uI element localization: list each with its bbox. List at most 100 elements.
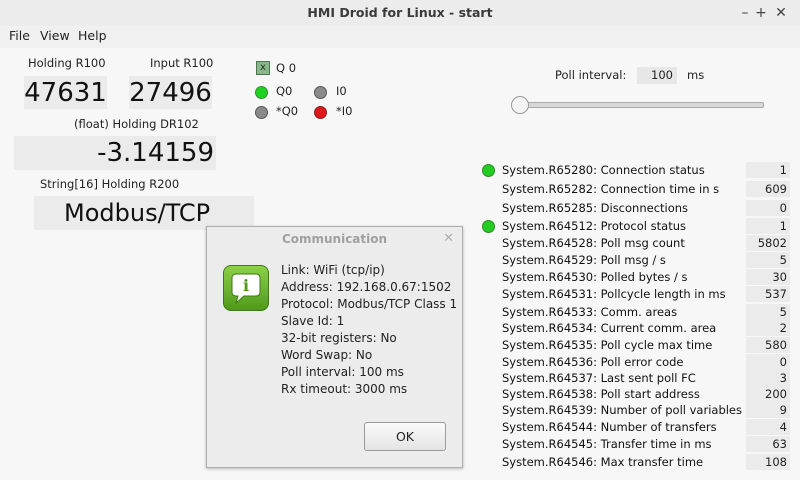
system-row: System.R64531: Pollcycle length in ms 537 (480, 286, 790, 303)
q0-inverted-led-icon (255, 106, 268, 119)
system-row: System.R65282: Connection time in s 609 (480, 181, 790, 198)
system-row-label: System.R64539: Number of poll variables (502, 403, 743, 417)
system-row: System.R65280: Connection status 1 (480, 162, 790, 179)
dialog-info-line: Protocol: Modbus/TCP Class 1 (281, 297, 458, 311)
system-row-label: System.R64530: Polled bytes / s (502, 270, 688, 284)
system-row-value: 609 (746, 181, 790, 197)
dialog-info-line: Address: 192.168.0.67:1502 (281, 280, 452, 294)
i0-led-icon (314, 86, 327, 99)
q0-checkbox-label: Q 0 (276, 61, 297, 75)
system-row-label: System.R64535: Poll cycle max time (502, 338, 713, 352)
system-row-label: System.R64537: Last sent poll FC (502, 371, 696, 385)
system-row-label: System.R64545: Transfer time in ms (502, 437, 712, 451)
system-row: System.R64528: Poll msg count 5802 (480, 235, 790, 252)
dialog-info-line: 32-bit registers: No (281, 331, 397, 345)
system-row-value: 4 (746, 419, 790, 435)
float-holding-label: (float) Holding DR102 (74, 117, 199, 131)
system-row-value: 200 (746, 386, 790, 402)
poll-interval-label: Poll interval: (555, 68, 627, 82)
q0-led-icon (255, 86, 268, 99)
system-row-label: System.R64528: Poll msg count (502, 236, 685, 250)
dialog-close-icon[interactable]: ✕ (443, 231, 454, 246)
system-row-label: System.R64533: Comm. areas (502, 305, 678, 319)
menu-bar (0, 26, 800, 48)
system-row-label: System.R64546: Max transfer time (502, 455, 704, 469)
svg-text:i: i (243, 276, 249, 295)
string-holding-value: Modbus/TCP (34, 196, 254, 230)
dialog-info-line: Slave Id: 1 (281, 314, 345, 328)
system-row-value: 108 (746, 454, 790, 470)
system-row-label: System.R64531: Pollcycle length in ms (502, 287, 726, 301)
system-row: System.R64539: Number of poll variables 9 (480, 402, 790, 419)
input-r100-value: 27496 (129, 76, 212, 109)
status-led-icon (482, 164, 495, 177)
system-row: System.R64535: Poll cycle max time 580 (480, 337, 790, 354)
system-row: System.R64529: Poll msg / s 5 (480, 252, 790, 269)
system-row-value: 5 (746, 252, 790, 268)
dialog-info-line: Poll interval: 100 ms (281, 365, 404, 379)
system-row-label: System.R64538: Poll start address (502, 387, 700, 401)
system-row-label: System.R64534: Current comm. area (502, 321, 717, 335)
string-holding-label: String[16] Holding R200 (40, 177, 180, 191)
holding-r100-label: Holding R100 (28, 56, 106, 70)
i0-label: I0 (336, 84, 347, 98)
system-row-label: System.R64529: Poll msg / s (502, 253, 666, 267)
system-row: System.R64545: Transfer time in ms 63 (480, 436, 790, 453)
system-row-value: 580 (746, 337, 790, 353)
system-row: System.R64536: Poll error code 0 (480, 354, 790, 371)
poll-interval-unit: ms (687, 68, 705, 82)
system-row-value: 9 (746, 402, 790, 418)
system-row-label: System.R65280: Connection status (502, 163, 705, 177)
system-row-label: System.R64512: Protocol status (502, 219, 686, 233)
close-icon[interactable]: ✕ (771, 3, 791, 23)
system-row-value: 0 (746, 200, 790, 216)
q0-inverted-label: *Q0 (276, 104, 299, 118)
system-row: System.R65285: Disconnections 0 (480, 200, 790, 217)
ok-button[interactable]: OK (364, 422, 446, 451)
system-row-label: System.R64536: Poll error code (502, 355, 684, 369)
system-row: System.R64534: Current comm. area 2 (480, 320, 790, 337)
system-row-value: 2 (746, 320, 790, 336)
menu-file[interactable]: File (9, 28, 30, 43)
system-row: System.R64537: Last sent poll FC 3 (480, 370, 790, 387)
system-row-value: 30 (746, 269, 790, 285)
system-row: System.R64546: Max transfer time 108 (480, 454, 790, 471)
menu-help[interactable]: Help (78, 28, 107, 43)
float-holding-value: -3.14159 (14, 136, 216, 170)
poll-interval-slider[interactable] (512, 102, 764, 108)
menu-view[interactable]: View (40, 28, 70, 43)
system-row: System.R64544: Number of transfers 4 (480, 419, 790, 436)
maximize-icon[interactable]: + (751, 3, 771, 23)
input-r100-label: Input R100 (150, 56, 214, 70)
system-row-value: 537 (746, 286, 790, 302)
q0-label: Q0 (276, 84, 293, 98)
info-icon: i (223, 265, 269, 311)
status-led-icon (482, 220, 495, 233)
system-row: System.R64533: Comm. areas 5 (480, 304, 790, 321)
system-row-value: 5802 (746, 235, 790, 251)
q0-checkbox[interactable]: x (256, 61, 270, 75)
dialog-title: Communication (281, 232, 388, 246)
dialog-info-line: Word Swap: No (281, 348, 373, 362)
system-row-value: 1 (746, 162, 790, 178)
system-row-value: 3 (746, 370, 790, 386)
i0-inverted-label: *I0 (336, 104, 353, 118)
system-row-label: System.R65282: Connection time in s (502, 182, 720, 196)
i0-inverted-led-icon (314, 106, 327, 119)
title-bar: HMI Droid for Linux - start – + ✕ (0, 0, 800, 27)
system-row-value: 1 (746, 218, 790, 234)
dialog-info-line: Rx timeout: 3000 ms (281, 382, 408, 396)
system-row: System.R64538: Poll start address 200 (480, 386, 790, 403)
poll-interval-input[interactable]: 100 (637, 67, 677, 84)
communication-dialog: Communication ✕ i Link: WiFi (tcp/ip) Add… (206, 226, 463, 468)
dialog-info-line: Link: WiFi (tcp/ip) (281, 263, 385, 277)
system-row: System.R64512: Protocol status 1 (480, 218, 790, 235)
slider-handle[interactable] (511, 96, 529, 114)
holding-r100-value: 47631 (24, 76, 107, 109)
system-row-label: System.R64544: Number of transfers (502, 420, 717, 434)
system-row-value: 63 (746, 436, 790, 452)
system-row-value: 0 (746, 354, 790, 370)
system-row-label: System.R65285: Disconnections (502, 201, 689, 215)
system-row-value: 5 (746, 304, 790, 320)
system-row: System.R64530: Polled bytes / s 30 (480, 269, 790, 286)
